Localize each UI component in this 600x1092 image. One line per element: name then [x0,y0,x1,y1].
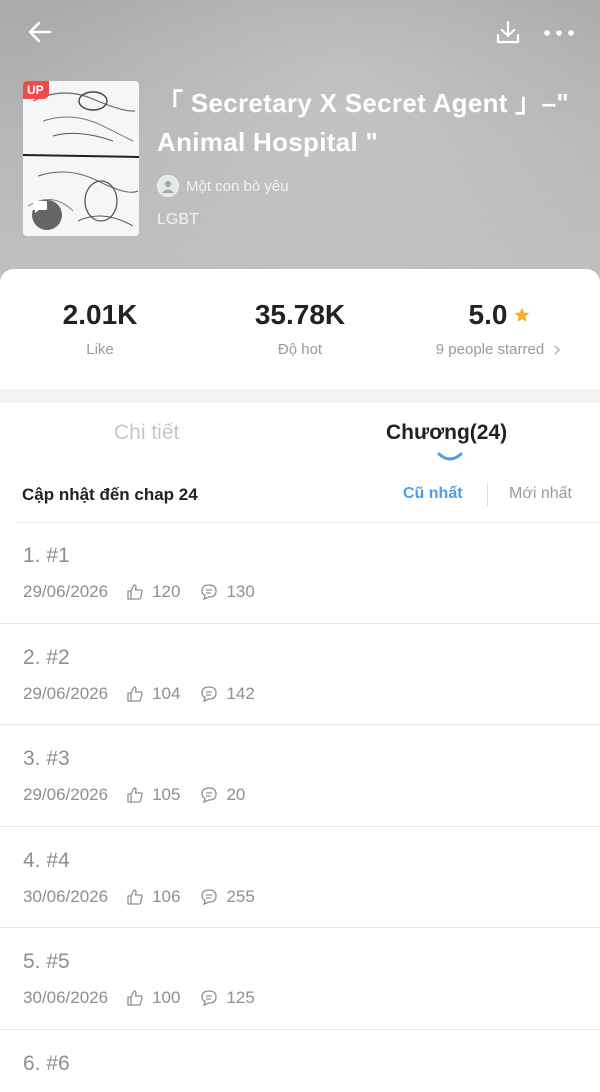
chapter-comments: 125 [226,988,255,1007]
chapter-item[interactable]: 1. #1 29/06/2026 120 130 [0,522,600,624]
sort-newest-button[interactable]: Mới nhất [509,485,572,503]
story-title: 「 Secretary X Secret Agent 」–" Animal Ho… [157,88,569,157]
chapter-title: 4. #4 [23,848,70,872]
back-button[interactable] [18,12,62,52]
chapter-likes: 104 [152,683,181,703]
rating-value: 5.0 [468,299,508,330]
genre-tag[interactable]: LGBT [157,211,199,229]
chapter-title: 6. #6 [23,1051,70,1075]
chapter-item[interactable]: 2. #2 29/06/2026 104 142 [0,624,600,725]
section-divider [0,389,600,403]
author-link[interactable]: Một con bò yêu [157,175,289,197]
chapter-meta: 30/06/2026 100 125 [23,988,255,1008]
thumbs-up-icon [126,583,144,601]
tab-bar: Chi tiết Chương(24) [0,403,600,473]
chapter-item[interactable]: 3. #3 29/06/2026 105 20 [0,725,600,827]
hot-label: Độ hot [277,341,323,358]
thumbs-up-icon [126,786,144,804]
avatar-icon [162,181,174,193]
chapter-comments: 130 [226,582,255,601]
chapter-date: 30/06/2026 [23,988,109,1007]
chapter-meta: 29/06/2026 104 142 [23,684,255,704]
chevron-right-icon [554,344,561,355]
chapter-likes: 100 [152,988,181,1007]
update-badge: UP [23,81,49,99]
chapter-meta: 29/06/2026 120 130 [23,582,255,602]
comment-bubble-badge[interactable] [32,200,62,230]
chapter-sort-bar: Cập nhật đến chap 24 Cũ nhất Mới nhất [0,473,600,517]
chapter-likes: 120 [152,582,181,601]
thumbs-up-icon [126,685,144,703]
more-dots-icon [544,30,574,36]
more-options-button[interactable] [536,14,582,52]
chapter-likes: 106 [152,886,181,906]
chapter-date: 29/06/2026 [23,683,109,703]
chapter-date: 30/06/2026 [23,886,109,906]
story-header: UP 「 Secretary X Secret Agent 」–" Animal… [0,0,600,300]
arrow-left-icon [28,21,52,43]
thumbs-up-icon [126,888,144,906]
sort-divider [487,483,488,506]
tab-chapters[interactable]: Chương(24) [386,421,507,445]
star-icon [514,307,530,322]
comment-icon [200,583,218,601]
chapter-list: 1. #1 29/06/2026 120 130 2. #2 29/06/202… [0,522,600,1092]
chapter-comments: 142 [226,683,255,703]
tab-details[interactable]: Chi tiết [114,421,179,445]
update-status: Cập nhật đến chap 24 [22,485,198,504]
chapter-title: 2. #2 [23,645,70,669]
author-avatar [157,175,179,197]
cover-image[interactable]: UP [23,81,139,236]
author-name: Một con bò yêu [186,177,289,195]
active-tab-indicator [437,452,463,461]
comment-icon [200,685,218,703]
chat-bubble-icon [33,201,47,213]
chapter-meta: 29/06/2026 105 20 [23,785,245,805]
chapter-item[interactable]: 4. #4 30/06/2026 106 255 [0,827,600,928]
rating-label-row: 9 people starred [420,341,580,358]
stats-card: 2.01K Like 35.78K Độ hot 5.0 9 people st… [0,269,600,389]
chapter-date: 29/06/2026 [23,582,109,601]
stat-hot: 35.78K Độ hot [230,299,370,358]
download-button[interactable] [488,14,528,52]
comment-icon [200,989,218,1007]
chapter-title: 3. #3 [23,747,70,770]
hot-value: 35.78K [254,299,346,330]
chapter-item[interactable]: 5. #5 30/06/2026 100 125 [0,928,600,1030]
rating-label: 9 people starred [435,341,545,358]
rating-row: 5.0 [420,299,580,331]
chapter-meta: 30/06/2026 106 255 [23,887,255,907]
comment-icon [200,786,218,804]
chapter-comments: 255 [226,886,255,906]
chapter-date: 29/06/2026 [23,785,109,804]
thumbs-up-icon [126,989,144,1007]
stat-likes: 2.01K Like [40,299,160,358]
download-icon [496,20,520,44]
chapter-title: 5. #5 [23,950,70,973]
likes-label: Like [86,341,114,358]
likes-value: 2.01K [62,299,138,330]
chapter-likes: 105 [152,785,181,804]
sort-oldest-button[interactable]: Cũ nhất [403,485,463,503]
chapter-item[interactable]: 6. #6 [0,1030,600,1092]
chapter-title: 1. #1 [23,544,70,567]
chapter-comments: 20 [226,785,246,804]
comment-icon [200,888,218,906]
stat-rating[interactable]: 5.0 9 people starred [420,299,580,358]
